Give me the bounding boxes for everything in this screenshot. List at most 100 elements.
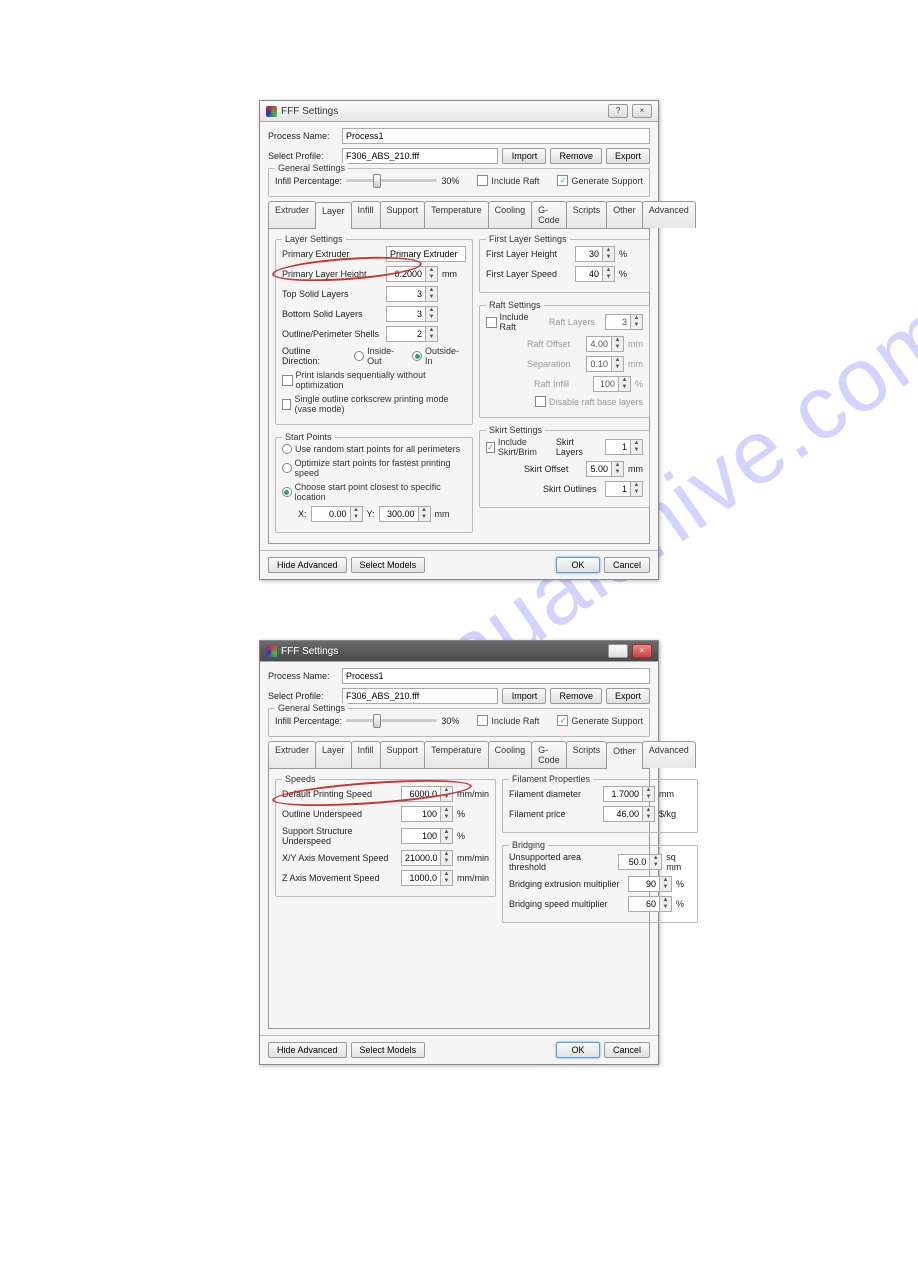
outline-direction-label: Outline Direction:	[282, 346, 350, 366]
first-layer-height-input[interactable]: ▲▼	[575, 246, 615, 262]
infill-value: 30%	[441, 176, 459, 186]
tab-other[interactable]: Other	[606, 201, 643, 228]
raft-infill-input: ▲▼	[593, 376, 631, 392]
speeds-title: Speeds	[282, 774, 319, 784]
tab-extruder[interactable]: Extruder	[268, 201, 316, 228]
tab-infill[interactable]: Infill	[351, 201, 381, 228]
raft-include-checkbox[interactable]: Include Raft	[486, 312, 545, 332]
sp-random-radio[interactable]: Use random start points for all perimete…	[282, 444, 460, 454]
tab-cooling[interactable]: Cooling	[488, 201, 533, 228]
support-underspeed-input[interactable]: ▲▼	[401, 828, 453, 844]
tab-extruder[interactable]: Extruder	[268, 741, 316, 768]
tab-advanced[interactable]: Advanced	[642, 741, 696, 768]
tab-advanced[interactable]: Advanced	[642, 201, 696, 228]
tab-scripts[interactable]: Scripts	[566, 741, 608, 768]
cancel-button[interactable]: Cancel	[604, 557, 650, 573]
raft-offset-input: ▲▼	[586, 336, 624, 352]
outline-underspeed-input[interactable]: ▲▼	[401, 806, 453, 822]
infill-slider[interactable]	[346, 179, 437, 182]
titlebar: FFF Settings ? ×	[260, 641, 658, 662]
skirt-layers-input[interactable]: ▲▼	[605, 439, 643, 455]
bridging-speed-input[interactable]: ▲▼	[628, 896, 672, 912]
tab-layer[interactable]: Layer	[315, 202, 352, 229]
profile-select[interactable]: F306_ABS_210.fff	[342, 688, 498, 704]
infill-slider[interactable]	[346, 719, 437, 722]
remove-button[interactable]: Remove	[550, 688, 602, 704]
first-layer-speed-input[interactable]: ▲▼	[575, 266, 615, 282]
process-name-label: Process Name:	[268, 131, 338, 141]
sp-closest-radio[interactable]: Choose start point closest to specific l…	[282, 482, 466, 502]
export-button[interactable]: Export	[606, 688, 650, 704]
raft-disable-checkbox: Disable raft base layers	[535, 396, 643, 407]
process-name-input[interactable]	[342, 668, 650, 684]
sp-optimize-radio[interactable]: Optimize start points for fastest printi…	[282, 458, 466, 478]
print-islands-checkbox[interactable]: Print islands sequentially without optim…	[282, 370, 466, 390]
primary-extruder-select[interactable]: Primary Extruder	[386, 246, 466, 262]
import-button[interactable]: Import	[502, 148, 546, 164]
skirt-outlines-input[interactable]: ▲▼	[605, 481, 643, 497]
sp-y-input[interactable]: ▲▼	[379, 506, 431, 522]
tab-cooling[interactable]: Cooling	[488, 741, 533, 768]
tab-gcode[interactable]: G-Code	[531, 741, 567, 768]
bridging-ext-input[interactable]: ▲▼	[628, 876, 672, 892]
top-solid-input[interactable]: ▲▼	[386, 286, 438, 302]
tab-support[interactable]: Support	[380, 741, 426, 768]
tab-strip: Extruder Layer Infill Support Temperatur…	[268, 201, 650, 229]
generate-support-checkbox[interactable]: ✓Generate Support	[557, 715, 643, 726]
z-speed-input[interactable]: ▲▼	[401, 870, 453, 886]
tab-infill[interactable]: Infill	[351, 741, 381, 768]
help-icon[interactable]: ?	[608, 644, 628, 658]
process-name-input[interactable]	[342, 128, 650, 144]
hide-advanced-button[interactable]: Hide Advanced	[268, 557, 347, 573]
filament-title: Filament Properties	[509, 774, 593, 784]
skirt-title: Skirt Settings	[486, 425, 545, 435]
generate-support-checkbox[interactable]: ✓Generate Support	[557, 175, 643, 186]
tab-gcode[interactable]: G-Code	[531, 201, 567, 228]
tab-support[interactable]: Support	[380, 201, 426, 228]
unsupported-input[interactable]: ▲▼	[618, 854, 662, 870]
ok-button[interactable]: OK	[556, 1042, 600, 1058]
import-button[interactable]: Import	[502, 688, 546, 704]
xy-speed-input[interactable]: ▲▼	[401, 850, 453, 866]
outline-inside-out-radio[interactable]: Inside-Out	[354, 346, 408, 366]
include-raft-checkbox[interactable]: Include Raft	[477, 175, 539, 186]
hide-advanced-button[interactable]: Hide Advanced	[268, 1042, 347, 1058]
bottom-solid-input[interactable]: ▲▼	[386, 306, 438, 322]
window-title: FFF Settings	[281, 106, 338, 117]
outline-outside-in-radio[interactable]: Outside-In	[412, 346, 466, 366]
ok-button[interactable]: OK	[556, 557, 600, 573]
sp-x-input[interactable]: ▲▼	[311, 506, 363, 522]
select-models-button[interactable]: Select Models	[351, 1042, 426, 1058]
first-layer-title: First Layer Settings	[486, 234, 570, 244]
tab-scripts[interactable]: Scripts	[566, 201, 608, 228]
skirt-include-checkbox[interactable]: ✓Include Skirt/Brim	[486, 437, 552, 457]
outline-underspeed-label: Outline Underspeed	[282, 809, 397, 819]
default-speed-input[interactable]: ▲▼	[401, 786, 453, 802]
remove-button[interactable]: Remove	[550, 148, 602, 164]
support-underspeed-label: Support Structure Underspeed	[282, 826, 397, 846]
titlebar: FFF Settings ? ×	[260, 101, 658, 122]
filament-diameter-input[interactable]: ▲▼	[603, 786, 655, 802]
raft-layers-input: ▲▼	[605, 314, 643, 330]
outline-shells-label: Outline/Perimeter Shells	[282, 329, 382, 339]
tab-other[interactable]: Other	[606, 742, 643, 769]
fff-settings-dialog-1: FFF Settings ? × Process Name: Select Pr…	[259, 100, 659, 580]
help-icon[interactable]: ?	[608, 104, 628, 118]
select-models-button[interactable]: Select Models	[351, 557, 426, 573]
close-icon[interactable]: ×	[632, 104, 652, 118]
vase-mode-checkbox[interactable]: Single outline corkscrew printing mode (…	[282, 394, 466, 414]
export-button[interactable]: Export	[606, 148, 650, 164]
cancel-button[interactable]: Cancel	[604, 1042, 650, 1058]
general-settings-title: General Settings	[275, 163, 348, 173]
tab-temperature[interactable]: Temperature	[424, 741, 489, 768]
tab-layer[interactable]: Layer	[315, 741, 352, 768]
profile-select[interactable]: F306_ABS_210.fff	[342, 148, 498, 164]
skirt-offset-input[interactable]: ▲▼	[586, 461, 624, 477]
include-raft-checkbox[interactable]: Include Raft	[477, 715, 539, 726]
tab-temperature[interactable]: Temperature	[424, 201, 489, 228]
outline-shells-input[interactable]: ▲▼	[386, 326, 438, 342]
app-icon	[266, 646, 277, 657]
primary-layer-height-input[interactable]: ▲▼	[386, 266, 438, 282]
close-icon[interactable]: ×	[632, 644, 652, 658]
filament-price-input[interactable]: ▲▼	[603, 806, 655, 822]
